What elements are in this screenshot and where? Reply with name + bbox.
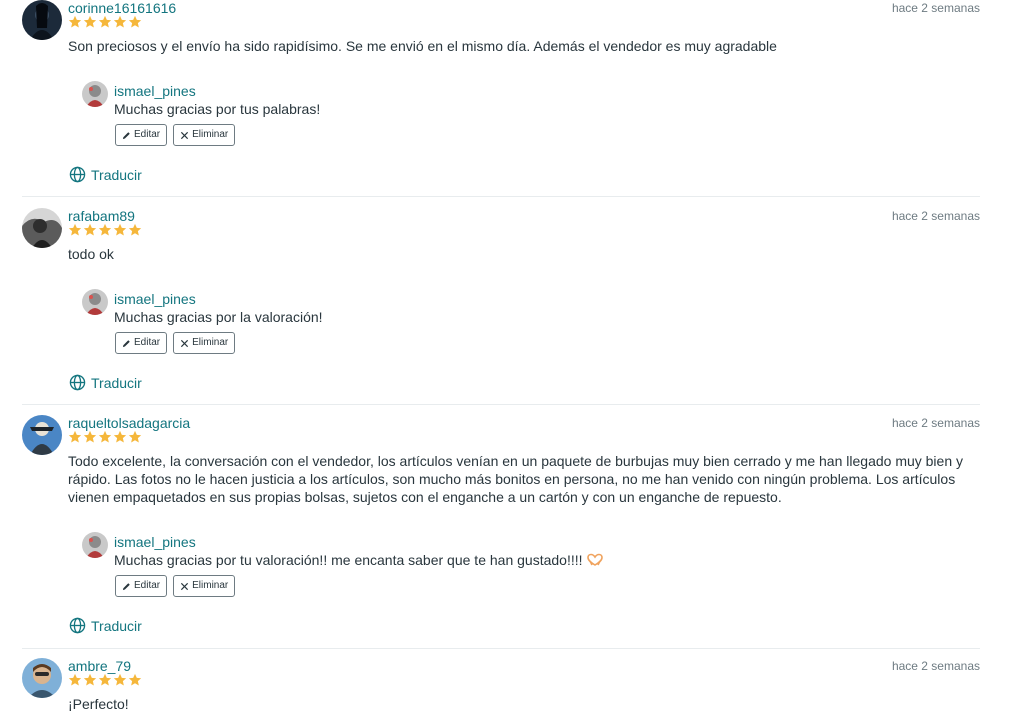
feedback-list: corinne16161616 hace 2 semanas Son preci… (0, 0, 1024, 712)
review-author[interactable]: raqueltolsadagarcia (68, 415, 190, 431)
reply-actions: Editar Eliminar (115, 575, 236, 597)
review-date: hace 2 semanas (891, 1, 980, 15)
heart-hands-icon (586, 553, 603, 566)
review-item: corinne16161616 hace 2 semanas Son preci… (22, 0, 980, 197)
delete-button[interactable]: Eliminar (173, 332, 236, 354)
close-icon (181, 582, 189, 590)
review-date: hace 2 semanas (891, 659, 980, 673)
reply-text: Muchas gracias por la valoración! (114, 309, 323, 325)
globe-icon (69, 166, 86, 183)
star-icon (83, 673, 97, 686)
delete-button[interactable]: Eliminar (173, 575, 236, 597)
avatar[interactable] (22, 658, 62, 698)
translate-label: Traducir (91, 166, 142, 183)
translate-link[interactable]: Traducir (69, 374, 142, 391)
close-icon (181, 339, 189, 347)
translate-link[interactable]: Traducir (69, 617, 142, 634)
star-rating (68, 673, 142, 687)
translate-link[interactable]: Traducir (69, 166, 142, 183)
star-icon (128, 15, 142, 28)
avatar[interactable] (82, 532, 108, 558)
star-icon (98, 673, 112, 686)
edit-button[interactable]: Editar (115, 124, 168, 146)
globe-icon (69, 374, 86, 391)
avatar[interactable] (82, 81, 108, 107)
edit-label: Editar (134, 580, 161, 591)
star-icon (98, 223, 112, 236)
star-icon (68, 430, 82, 443)
reply-text-content: Muchas gracias por tu valoración!! me en… (114, 552, 583, 568)
review-date: hace 2 semanas (891, 416, 980, 430)
edit-label: Editar (134, 337, 161, 348)
star-icon (83, 223, 97, 236)
review-author[interactable]: ambre_79 (68, 658, 131, 674)
review-text: Todo excelente, la conversación con el v… (68, 453, 964, 505)
avatar[interactable] (22, 415, 62, 455)
review-item: raqueltolsadagarcia hace 2 semanas Todo … (22, 415, 980, 649)
review-item: rafabam89 hace 2 semanas todo ok ismael_… (22, 208, 980, 405)
star-icon (68, 673, 82, 686)
review-date: hace 2 semanas (891, 209, 980, 223)
avatar[interactable] (22, 208, 62, 248)
star-rating (68, 15, 142, 29)
star-icon (113, 223, 127, 236)
pencil-icon (122, 131, 130, 139)
star-icon (128, 430, 142, 443)
review-text: todo ok (68, 246, 114, 262)
review-author[interactable]: corinne16161616 (68, 0, 176, 16)
reply-author[interactable]: ismael_pines (114, 83, 196, 99)
star-icon (98, 430, 112, 443)
edit-button[interactable]: Editar (115, 332, 168, 354)
reply-text-content: Muchas gracias por la valoración! (114, 309, 323, 325)
reply-text: Muchas gracias por tu valoración!! me en… (114, 552, 603, 568)
star-rating (68, 430, 142, 444)
translate-label: Traducir (91, 617, 142, 634)
review-author[interactable]: rafabam89 (68, 208, 135, 224)
reply-actions: Editar Eliminar (115, 124, 236, 146)
pencil-icon (122, 582, 130, 590)
delete-button[interactable]: Eliminar (173, 124, 236, 146)
star-icon (113, 430, 127, 443)
edit-label: Editar (134, 129, 161, 140)
review-text: Son preciosos y el envío ha sido rapidís… (68, 38, 777, 54)
star-icon (83, 15, 97, 28)
globe-icon (69, 617, 86, 634)
review-item: ambre_79 hace 2 semanas ¡Perfecto! (22, 658, 980, 712)
star-icon (98, 15, 112, 28)
avatar[interactable] (82, 289, 108, 315)
avatar[interactable] (22, 0, 62, 40)
star-icon (113, 673, 127, 686)
star-icon (83, 430, 97, 443)
translate-label: Traducir (91, 374, 142, 391)
reply-text: Muchas gracias por tus palabras! (114, 101, 320, 117)
star-icon (128, 223, 142, 236)
reply-text-content: Muchas gracias por tus palabras! (114, 101, 321, 117)
delete-label: Eliminar (192, 580, 229, 591)
star-icon (113, 15, 127, 28)
delete-label: Eliminar (192, 337, 229, 348)
reply-author[interactable]: ismael_pines (114, 534, 196, 550)
reply-actions: Editar Eliminar (115, 332, 236, 354)
star-rating (68, 223, 142, 237)
star-icon (68, 223, 82, 236)
star-icon (68, 15, 82, 28)
review-text: ¡Perfecto! (68, 696, 129, 712)
edit-button[interactable]: Editar (115, 575, 168, 597)
reply-author[interactable]: ismael_pines (114, 291, 196, 307)
star-icon (128, 673, 142, 686)
close-icon (181, 131, 189, 139)
pencil-icon (122, 339, 130, 347)
delete-label: Eliminar (192, 129, 229, 140)
